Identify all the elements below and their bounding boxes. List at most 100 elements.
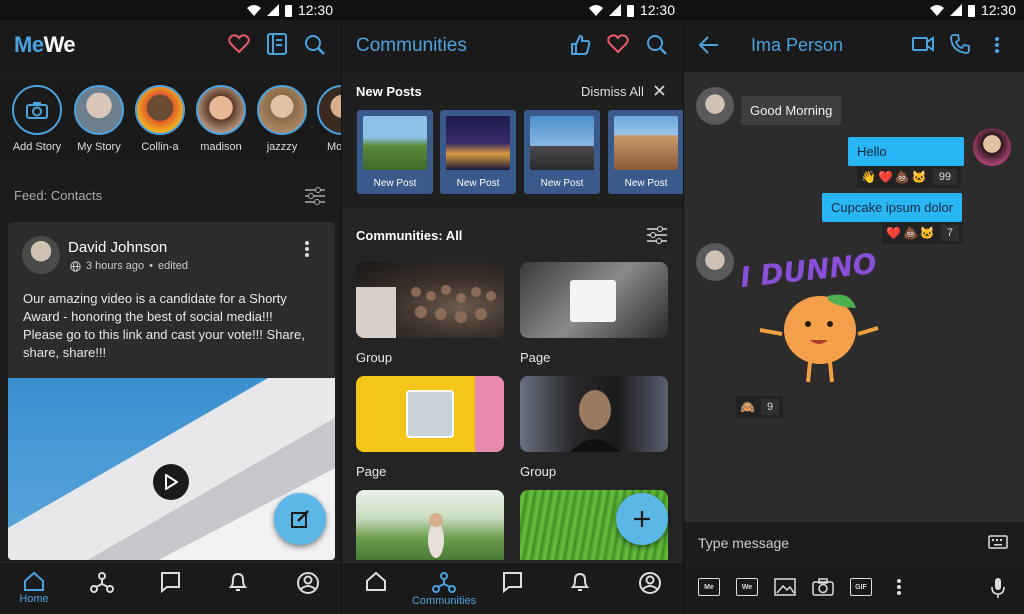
new-post-card[interactable]: New Post (608, 110, 683, 194)
reaction-count: 7 (940, 225, 959, 241)
sticker[interactable]: I DUNNO (739, 247, 890, 390)
add-story[interactable]: Add Story (11, 85, 63, 153)
we-sticker-button[interactable]: We (736, 578, 758, 596)
nav-home[interactable] (356, 571, 396, 607)
search-icon[interactable] (646, 34, 668, 56)
new-post-card[interactable]: New Post (440, 110, 516, 194)
filter-icon[interactable] (304, 186, 326, 206)
nav-chats[interactable] (492, 571, 532, 607)
new-post-card[interactable]: New Post (357, 110, 433, 194)
nav-notifications[interactable] (218, 571, 258, 607)
wave-emoji-icon: 👋 (861, 170, 876, 184)
story-item[interactable]: Collin-a (134, 85, 186, 153)
chat-icon (161, 572, 180, 593)
bottom-nav: Communities (342, 562, 683, 614)
search-icon[interactable] (304, 34, 326, 56)
image-icon[interactable] (774, 578, 796, 596)
camera-icon (12, 85, 62, 135)
reaction-bar[interactable]: 👋 ❤️ 💩 🐱 99 (857, 166, 962, 188)
heart-icon[interactable] (607, 34, 629, 54)
community-thumbnail (406, 390, 454, 438)
video-call-icon[interactable] (912, 36, 934, 52)
reaction-bar[interactable]: ❤️ 💩 🐱 7 (882, 222, 963, 244)
avatar[interactable] (973, 128, 1011, 166)
feed-filter-bar: Feed: Contacts (0, 172, 341, 220)
compose-button[interactable] (274, 493, 326, 545)
heart-emoji-icon: ❤️ (877, 170, 893, 184)
play-icon[interactable] (153, 464, 189, 500)
community-card[interactable] (520, 376, 668, 452)
close-icon[interactable] (654, 85, 665, 96)
nav-profile[interactable] (288, 571, 328, 607)
gif-button[interactable]: GIF (850, 578, 872, 596)
contact-name[interactable]: Ima Person (751, 35, 843, 56)
community-card[interactable] (356, 262, 504, 338)
eyes-emoji-icon: 🙈 (740, 400, 755, 414)
story-item[interactable]: My Story (73, 85, 125, 153)
communities-icon (432, 572, 456, 593)
community-type-label: Group (520, 464, 557, 479)
post-author[interactable]: David Johnson (68, 239, 167, 256)
filter-icon[interactable] (646, 225, 668, 245)
battery-icon (284, 4, 292, 17)
more-icon[interactable] (896, 578, 902, 596)
story-item[interactable]: jazzzy (256, 85, 308, 153)
chat-icon (503, 572, 522, 593)
new-post-label: New Post (540, 178, 584, 189)
keyboard-icon[interactable] (988, 534, 1008, 550)
message-bubble[interactable]: Good Morning (741, 96, 842, 125)
communities-filter-label: Communities: All (356, 228, 463, 243)
reaction-bar[interactable]: 🙈 9 (736, 396, 784, 418)
heart-emoji-icon: ❤️ (886, 226, 901, 240)
signal-icon (608, 4, 621, 16)
wifi-icon (929, 5, 944, 16)
nav-profile[interactable] (630, 571, 670, 607)
nav-notifications[interactable] (560, 571, 600, 607)
back-arrow-icon[interactable] (698, 35, 720, 55)
community-card[interactable] (520, 262, 668, 338)
avatar[interactable] (696, 243, 734, 281)
post-edited: edited (157, 260, 188, 272)
new-post-card[interactable]: New Post (524, 110, 600, 194)
story-label: My Story (77, 141, 121, 153)
status-time: 12:30 (980, 2, 1016, 18)
story-item[interactable]: madison (195, 85, 247, 153)
phone-icon[interactable] (950, 34, 970, 54)
wifi-icon (246, 5, 261, 16)
status-bar: 12:30 (0, 0, 341, 20)
avatar[interactable] (696, 87, 734, 125)
status-time: 12:30 (297, 2, 333, 18)
nav-communities[interactable] (82, 571, 122, 607)
thumbs-up-icon[interactable] (570, 34, 592, 56)
heart-icon[interactable] (228, 34, 250, 54)
nav-communities[interactable]: Communities (412, 571, 476, 607)
post-text: Our amazing video is a candidate for a S… (23, 291, 305, 360)
avatar (74, 85, 124, 135)
more-icon[interactable] (304, 240, 310, 258)
story-item[interactable]: Mo (317, 85, 341, 153)
wifi-icon (588, 5, 603, 16)
communities-screen: 12:30 Communities New Posts Dismiss All … (342, 0, 683, 614)
message-input-bar: Type message (684, 522, 1024, 564)
message-bubble[interactable]: Cupcake ipsum dolor (822, 193, 963, 222)
avatar[interactable] (22, 236, 60, 274)
camera-icon[interactable] (812, 578, 834, 596)
nav-chats[interactable] (150, 571, 190, 607)
journal-icon[interactable] (266, 33, 288, 55)
nav-home[interactable]: Home (14, 571, 54, 607)
dismiss-all-button[interactable]: Dismiss All (581, 84, 644, 99)
home-screen: 12:30 MeWe Add Story My Story Collin-a m… (0, 0, 341, 614)
community-card[interactable] (356, 376, 504, 452)
avatar (257, 85, 307, 135)
status-bar: 12:30 (684, 0, 1024, 20)
add-community-button[interactable] (616, 493, 668, 545)
microphone-icon[interactable] (990, 577, 1006, 599)
message-bubble[interactable]: Hello (848, 137, 964, 166)
community-card[interactable] (356, 490, 504, 560)
new-post-label: New Post (373, 178, 417, 189)
message-input[interactable]: Type message (698, 535, 789, 551)
bottom-nav: Home (0, 562, 341, 614)
me-sticker-button[interactable]: Me (698, 578, 720, 596)
community-type-label: Page (520, 350, 551, 365)
more-icon[interactable] (994, 36, 1000, 54)
